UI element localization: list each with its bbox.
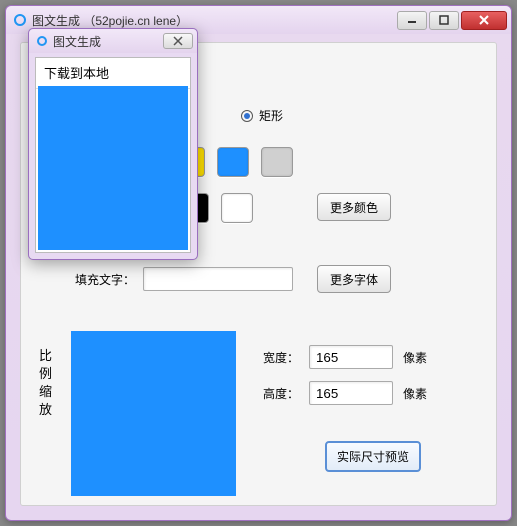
maximize-button[interactable] [429, 11, 459, 30]
swatch-blue[interactable] [217, 147, 249, 177]
preview-canvas [71, 331, 236, 496]
popup-canvas [38, 86, 188, 250]
minimize-button[interactable] [397, 11, 427, 30]
popup-close-button[interactable] [163, 33, 193, 49]
shape-option-rectangle[interactable]: 矩形 [241, 107, 283, 124]
actual-size-preview-button[interactable]: 实际尺寸预览 [325, 441, 421, 472]
width-unit: 像素 [403, 349, 427, 366]
popup-download-link[interactable]: 下载到本地 [36, 58, 190, 89]
popup-titlebar[interactable]: 图文生成 [29, 29, 197, 53]
maximize-icon [439, 15, 449, 25]
swatch-white[interactable] [221, 193, 253, 223]
more-fonts-button[interactable]: 更多字体 [317, 265, 391, 293]
fill-text-row: 填充文字： [75, 267, 293, 291]
popup-client: 下载到本地 [35, 57, 191, 253]
close-button[interactable] [461, 11, 507, 30]
height-input[interactable] [309, 381, 393, 405]
popup-window[interactable]: 图文生成 下载到本地 [28, 28, 198, 260]
preview-section: 比例缩放 宽度： 像素 高度： 像素 实际尺寸预览 [37, 331, 480, 493]
height-label: 高度： [263, 385, 299, 402]
fill-text-input[interactable] [143, 267, 293, 291]
shape-label: 矩形 [259, 107, 283, 124]
height-unit: 像素 [403, 385, 427, 402]
window-title: 图文生成 （52pojie.cn lene） [32, 12, 397, 29]
minimize-icon [407, 15, 417, 25]
width-input[interactable] [309, 345, 393, 369]
fill-text-label: 填充文字： [75, 271, 135, 288]
popup-app-icon [37, 36, 47, 46]
more-colors-button[interactable]: 更多颜色 [317, 193, 391, 221]
width-label: 宽度： [263, 349, 299, 366]
scale-vertical-label: 比例缩放 [39, 347, 53, 419]
height-row: 高度： 像素 [263, 381, 427, 405]
popup-title: 图文生成 [53, 33, 163, 50]
app-icon [14, 14, 26, 26]
window-controls [397, 11, 507, 30]
radio-icon [241, 110, 253, 122]
close-icon [478, 14, 490, 26]
popup-close-icon [172, 36, 184, 46]
swatch-grey[interactable] [261, 147, 293, 177]
width-row: 宽度： 像素 [263, 345, 427, 369]
